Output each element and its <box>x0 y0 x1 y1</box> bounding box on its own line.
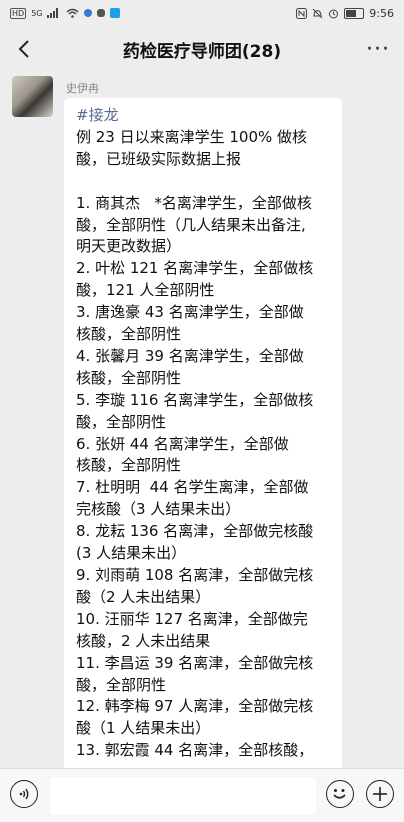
message-line: 明天更改数据） <box>76 237 182 256</box>
plus-button[interactable] <box>366 780 394 808</box>
nfc-icon <box>296 7 308 19</box>
emoji-icon <box>333 789 346 799</box>
voice-icon <box>19 788 29 800</box>
message-line: 11. 李昌运 39 名离津，全部做完核 <box>76 653 314 672</box>
alarm-icon <box>329 9 339 18</box>
message-line: 6. 张妍 44 名离津学生，全部做 <box>76 434 289 453</box>
mute-icon <box>312 8 323 18</box>
hashtag-link[interactable]: #接龙 <box>76 105 332 127</box>
message-line <box>76 171 332 193</box>
avatar[interactable] <box>12 76 53 117</box>
message-line: 核酸，全部阴性 <box>76 456 182 475</box>
message-line: 2. 叶松 121 名离津学生，全部做核 <box>76 259 314 278</box>
emoji-button[interactable] <box>326 780 354 808</box>
hd-indicator: HD <box>10 7 27 19</box>
message-line: (3 人结果未出） <box>76 544 187 563</box>
message-input[interactable] <box>50 777 316 815</box>
message-line: 1. 商其杰 *名离津学生，全部做核 <box>76 193 312 212</box>
chevron-left-icon <box>18 40 29 58</box>
plus-icon <box>373 787 387 801</box>
voice-button[interactable] <box>10 780 38 808</box>
message-line: 核酸，全部阴性 <box>76 368 182 387</box>
battery-fill <box>346 9 357 17</box>
input-bar <box>0 768 404 822</box>
sender-name: 史伊冉 <box>66 82 99 95</box>
chat-header: 药检医疗导师团(28) ··· <box>0 26 404 72</box>
signal-label: 5G <box>31 8 43 18</box>
message-line: 酸，121 人全部阴性 <box>76 281 215 300</box>
message-line: 8. 龙耘 136 名离津，全部做完核酸 <box>76 522 314 541</box>
message-line: 完核酸（3 人结果未出） <box>76 500 241 519</box>
message-line: 5. 李璇 116 名离津学生，全部做核 <box>76 390 314 409</box>
message-text: 例 23 日以来离津学生 100% 做核 酸，已班级实际数据上报 1. 商其杰 *名… <box>76 127 332 762</box>
message-bubble[interactable]: #接龙 例 23 日以来离津学生 100% 做核 酸，已班级实际数据上报 1. 商其… <box>64 98 342 778</box>
message-line: 核酸，2 人未出结果 <box>76 631 211 650</box>
message-line: 酸，全部阴性 <box>76 675 167 694</box>
message-line: 10. 汪丽华 127 名离津，全部做完 <box>76 609 308 628</box>
message-line: 13. 郭宏霞 44 名离津，全部核酸， <box>76 741 314 760</box>
notification-dot-icon <box>84 9 93 17</box>
message-line: 酸，已班级实际数据上报 <box>76 149 242 168</box>
more-button[interactable]: ··· <box>360 32 396 66</box>
chat-title: 药检医疗导师团(28) <box>122 41 282 62</box>
message-line: 12. 韩李梅 97 人离津，全部做完核 <box>76 697 314 716</box>
more-dots-icon: ··· <box>366 36 390 62</box>
wifi-icon <box>67 8 79 18</box>
message-line: 7. 杜明明 44 名学生离津，全部做 <box>76 478 309 497</box>
message-line: 酸（1 人结果未出） <box>76 719 211 738</box>
message-line: 9. 刘雨萌 108 名离津，全部做完核 <box>76 566 314 585</box>
clock: 9:56 <box>369 6 394 20</box>
message-line: 酸，全部阴性 <box>76 412 167 431</box>
chat-app-icon <box>97 9 106 17</box>
message-line: 核酸，全部阴性 <box>76 325 182 344</box>
status-bar: HD 5G 9:56 <box>0 0 404 26</box>
message-line: 4. 张馨月 39 名离津学生，全部做 <box>76 346 304 365</box>
message-line: 酸（2 人未出结果） <box>76 587 211 606</box>
message-line: 3. 唐逸豪 43 名离津学生，全部做 <box>76 303 304 322</box>
battery-icon <box>344 7 365 19</box>
message-line: 酸，全部阴性（几人结果未出备注, <box>76 215 306 234</box>
signal-icon <box>47 8 59 18</box>
status-right: 9:56 <box>296 7 394 20</box>
message-line: 例 23 日以来离津学生 100% 做核 <box>76 127 308 146</box>
back-button[interactable] <box>8 32 40 66</box>
status-left: HD 5G <box>10 7 121 19</box>
search-app-icon <box>110 8 121 18</box>
